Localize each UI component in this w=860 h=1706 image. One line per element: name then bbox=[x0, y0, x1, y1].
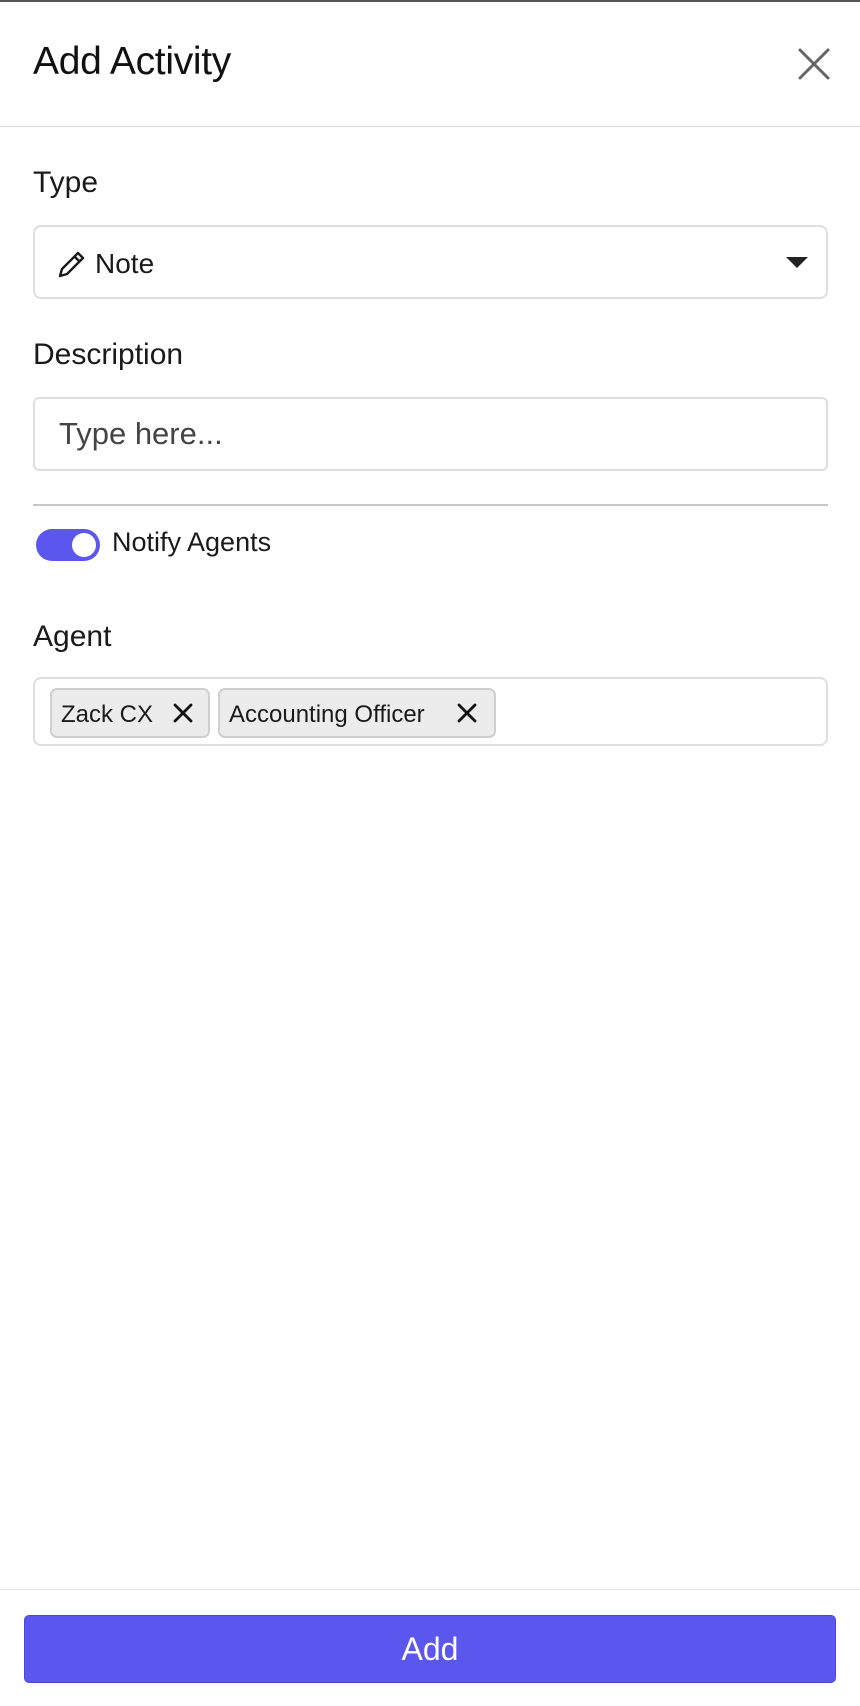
agent-tag: Zack CX bbox=[50, 688, 210, 738]
pencil-icon bbox=[58, 251, 85, 278]
agent-multiselect[interactable]: Zack CX Accounting Officer bbox=[33, 677, 828, 746]
type-label: Type bbox=[33, 166, 99, 199]
description-input[interactable] bbox=[33, 397, 828, 471]
remove-tag-icon[interactable] bbox=[454, 700, 480, 726]
dialog-header: Add Activity bbox=[0, 2, 860, 127]
notify-agents-toggle[interactable] bbox=[36, 529, 100, 561]
notify-agents-label: Notify Agents bbox=[112, 527, 272, 557]
toggle-knob bbox=[72, 533, 96, 557]
agent-tag-label: Accounting Officer bbox=[229, 701, 425, 728]
add-button[interactable]: Add bbox=[24, 1615, 836, 1683]
agent-tag-label: Zack CX bbox=[61, 701, 154, 728]
agent-tag: Accounting Officer bbox=[218, 688, 496, 738]
type-select[interactable]: Note bbox=[33, 225, 828, 299]
agent-label: Agent bbox=[33, 620, 112, 653]
description-label: Description bbox=[33, 338, 184, 371]
type-select-value: Note bbox=[95, 248, 155, 279]
divider bbox=[33, 504, 828, 506]
close-button[interactable] bbox=[796, 46, 832, 82]
close-icon bbox=[798, 48, 830, 80]
dialog-title: Add Activity bbox=[33, 40, 231, 83]
caret-down-icon bbox=[786, 257, 808, 268]
remove-tag-icon[interactable] bbox=[170, 700, 196, 726]
